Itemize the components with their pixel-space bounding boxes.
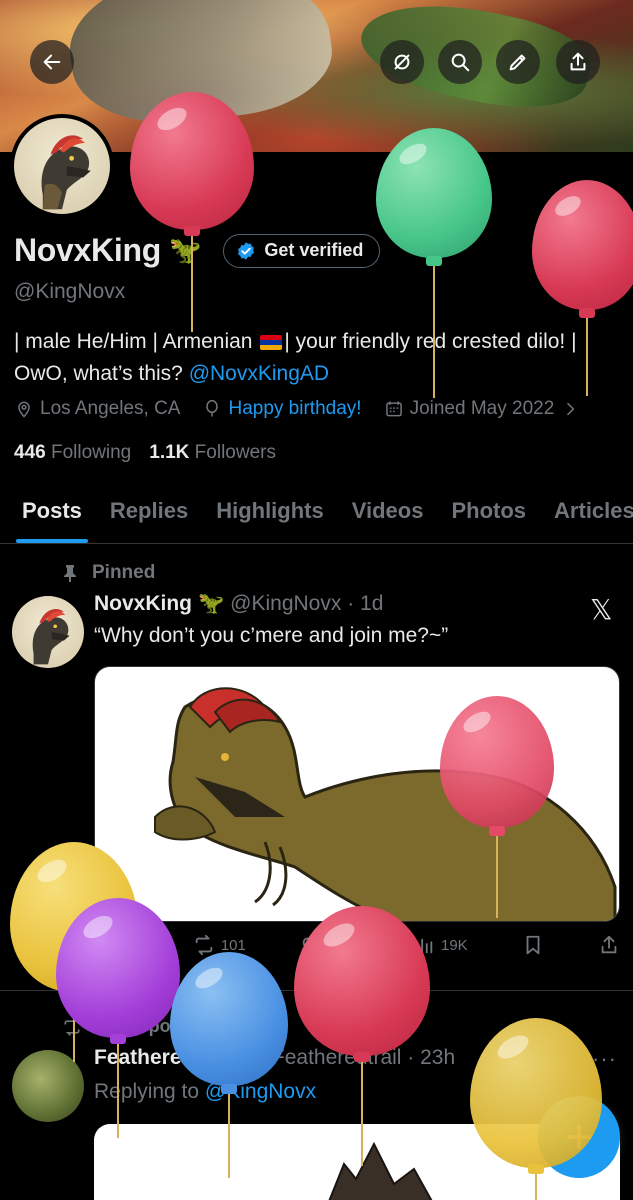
back-button[interactable] xyxy=(30,40,74,84)
compose-post-button[interactable] xyxy=(538,1096,620,1178)
get-verified-label: Get verified xyxy=(264,240,364,260)
post-text: “Why don’t you c’mere and join me?~” xyxy=(94,624,449,647)
tab-videos[interactable]: Videos xyxy=(338,482,438,543)
search-icon xyxy=(451,53,470,72)
grok-icon xyxy=(394,54,410,70)
post-author-name[interactable]: NovxKing xyxy=(94,592,192,616)
dinosaur-illustration xyxy=(154,687,617,921)
plus-icon xyxy=(567,1125,591,1149)
pinned-label: Pinned xyxy=(92,562,156,583)
dilophosaurus-avatar-art xyxy=(41,135,91,210)
repost-small-icon xyxy=(64,1017,80,1036)
birthday-item[interactable]: Happy birthday! xyxy=(202,398,362,420)
profile-avatar[interactable] xyxy=(10,114,114,218)
share-icon xyxy=(570,52,586,71)
calendar-icon xyxy=(385,401,402,417)
profile-meta: Los Angeles, CA Happy birthday! Joined M… xyxy=(14,398,580,420)
dinosaur-emoji-icon: 🦖 xyxy=(168,235,202,265)
reply-action[interactable]: 31 xyxy=(94,934,139,956)
repost-action[interactable]: 101 xyxy=(193,934,246,956)
search-button[interactable] xyxy=(438,40,482,84)
get-verified-button[interactable]: Get verified xyxy=(223,233,381,268)
bookmark-icon xyxy=(526,935,540,955)
followers-count: 1.1K xyxy=(149,442,190,463)
display-name: NovxKing xyxy=(14,232,161,268)
pinned-indicator: Pinned xyxy=(62,562,155,584)
comments-count: 31 xyxy=(122,936,139,954)
repost-icon xyxy=(195,934,213,956)
repost-indicator: You reposted xyxy=(62,1016,208,1037)
location-pin-icon xyxy=(18,401,30,418)
reposts-count: 101 xyxy=(220,936,246,954)
joined-item: Joined May 2022 xyxy=(384,398,581,420)
banner-dinosaur-artwork xyxy=(60,0,340,138)
verified-badge-icon xyxy=(238,241,255,260)
followers-label: Followers xyxy=(194,442,276,463)
dilophosaurus-avatar-art-small xyxy=(32,609,70,665)
views-count: 19K xyxy=(441,936,468,954)
following-label: Following xyxy=(50,442,132,463)
like-action[interactable]: 1.6K xyxy=(300,934,359,956)
replying-mention[interactable]: @KingNovx xyxy=(205,1080,316,1103)
share-post-action[interactable] xyxy=(598,934,620,956)
profile-bio: | male He/Him | Armenian | your friendly… xyxy=(14,326,614,390)
second-post-avatar[interactable] xyxy=(12,1050,84,1122)
tab-replies[interactable]: Replies xyxy=(96,482,202,543)
post-image[interactable] xyxy=(94,666,620,922)
armenia-flag-icon xyxy=(260,334,283,350)
location-text: Los Angeles, CA xyxy=(40,398,181,419)
post-divider xyxy=(0,990,633,991)
post-author-emoji: 🦖 xyxy=(198,592,225,615)
balloon-icon xyxy=(206,399,219,417)
followers-stat[interactable]: 1.1K Followers xyxy=(149,442,276,464)
follow-stats: 446 Following 1.1K Followers xyxy=(14,442,276,464)
back-arrow-icon xyxy=(43,54,61,70)
tab-articles[interactable]: Articles xyxy=(540,482,633,543)
heart-icon xyxy=(302,937,320,954)
replying-to: Replying to @KingNovx xyxy=(94,1080,316,1104)
birthday-link[interactable]: Happy birthday! xyxy=(228,398,361,420)
bio-mention-link[interactable]: @NovxKingAD xyxy=(189,362,329,385)
post-actions: 31 101 1.6K 19K xyxy=(94,934,620,956)
profile-handle: @KingNovx xyxy=(14,280,126,303)
pencil-icon xyxy=(509,54,526,71)
location-item: Los Angeles, CA xyxy=(14,398,180,420)
views-chart-icon xyxy=(416,938,433,954)
post-header: NovxKing 🦖 @KingNovx · 1d xyxy=(94,592,383,616)
repost-label: You reposted xyxy=(94,1016,208,1036)
second-post-handle-time: @Featheredtrail · 23h xyxy=(250,1046,456,1069)
bio-text-part-1: | male He/Him | Armenian xyxy=(14,330,259,353)
replying-prefix: Replying to xyxy=(94,1080,205,1103)
profile-tabs: Posts Replies Highlights Videos Photos A… xyxy=(0,482,633,544)
chevron-right-icon[interactable] xyxy=(560,399,580,419)
joined-text: Joined May 2022 xyxy=(409,398,555,419)
likes-count: 1.6K xyxy=(328,936,359,954)
views-action[interactable]: 19K xyxy=(413,934,468,956)
more-options-icon[interactable]: ··· xyxy=(592,1046,617,1072)
grok-button[interactable] xyxy=(380,40,424,84)
following-stat[interactable]: 446 Following xyxy=(14,442,131,464)
tab-photos[interactable]: Photos xyxy=(437,482,540,543)
second-post-header: Featheredtrails @Featheredtrail · 23h xyxy=(94,1046,455,1070)
tab-highlights[interactable]: Highlights xyxy=(202,482,338,543)
tab-posts[interactable]: Posts xyxy=(0,482,96,543)
post-handle-time: @KingNovx · 1d xyxy=(230,592,384,615)
pin-icon xyxy=(64,565,76,582)
share-post-icon xyxy=(601,935,617,954)
comment-icon xyxy=(96,937,114,954)
bookmark-action[interactable] xyxy=(522,934,544,956)
share-button[interactable] xyxy=(556,40,600,84)
edit-button[interactable] xyxy=(496,40,540,84)
post-author-avatar[interactable] xyxy=(12,596,84,668)
x-logo-icon: 𝕏 xyxy=(590,593,613,626)
second-post-author[interactable]: Featheredtrails xyxy=(94,1046,245,1070)
following-count: 446 xyxy=(14,442,46,463)
profile-name-row: NovxKing 🦖 Get verified xyxy=(14,232,381,269)
